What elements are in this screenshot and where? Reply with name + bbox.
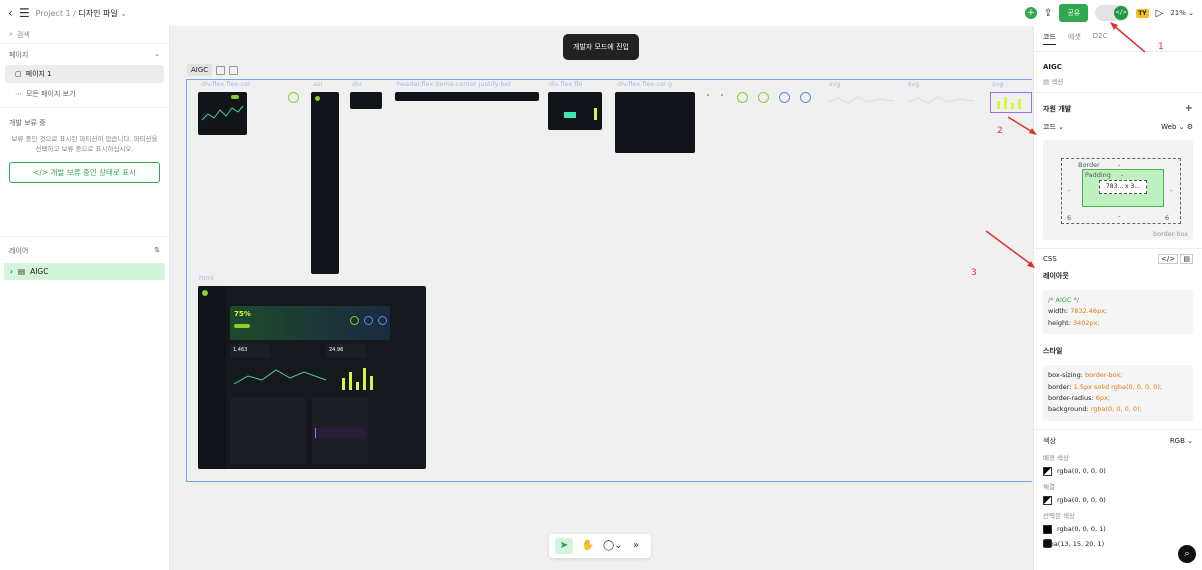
annotation-number: 1 (1158, 42, 1164, 52)
annotation-number: 3 (971, 268, 977, 278)
annotation-overlay (985, 22, 1146, 268)
annotation-number: 2 (997, 126, 1003, 136)
